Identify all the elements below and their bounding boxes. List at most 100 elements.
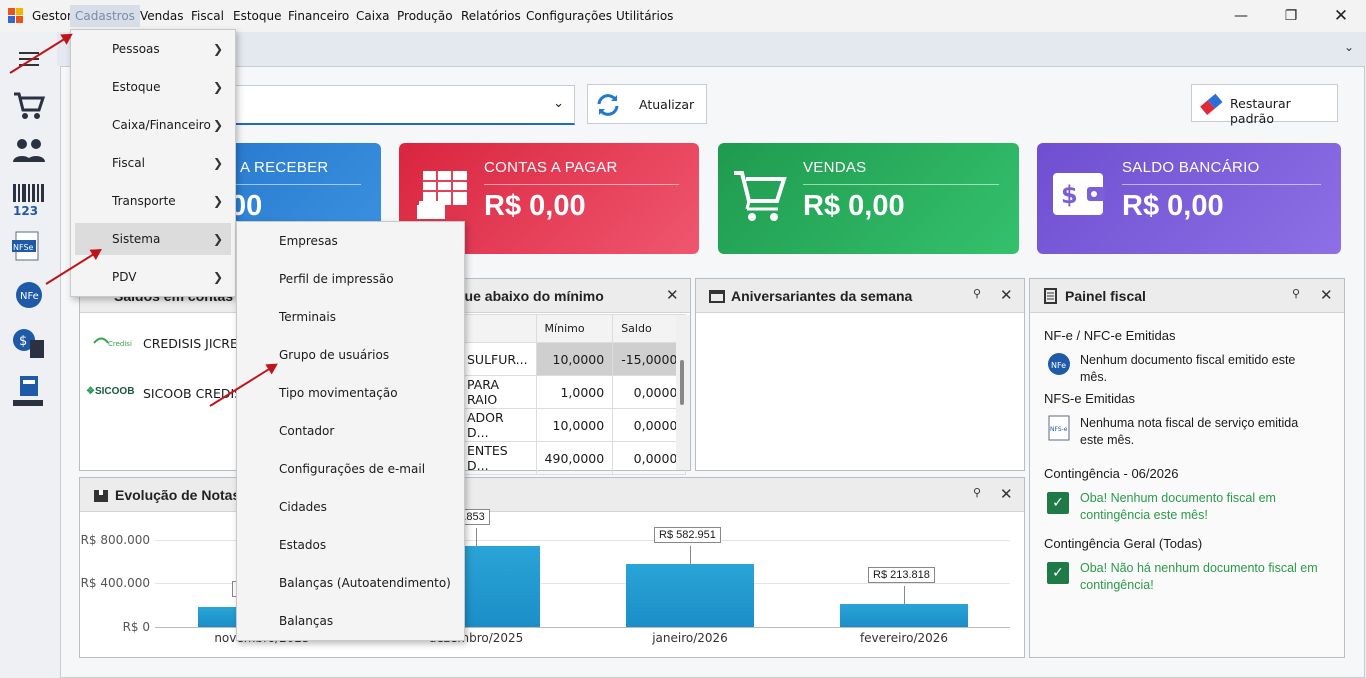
menu-producao[interactable]: Produção — [392, 5, 458, 27]
menu-configuracoes[interactable]: Configurações — [521, 5, 617, 27]
scrollbar-thumb[interactable] — [680, 360, 684, 405]
menu-item-balancas-autoatendimento[interactable]: Balanças (Autoatendimento) — [237, 564, 464, 602]
close-window-icon[interactable]: ✕ — [1327, 4, 1355, 28]
nfse-status: Nenhuma nota fiscal de serviço emitida e… — [1080, 416, 1299, 447]
pin-icon[interactable]: ⚲ — [1292, 287, 1300, 300]
menu-item-caixa-financeiro[interactable]: Caixa/Financeiro ❯ — [71, 106, 235, 144]
close-icon[interactable]: ✕ — [666, 286, 679, 304]
close-icon[interactable]: ✕ — [1000, 485, 1013, 503]
menu-financeiro[interactable]: Financeiro — [283, 5, 354, 27]
menu-vendas[interactable]: Vendas — [135, 5, 189, 27]
table-cell: -15,0000 — [612, 342, 687, 376]
table-row[interactable]: ENTES D... 490,0000 0,0000 — [456, 441, 687, 475]
menu-item-estoque[interactable]: Estoque ❯ — [71, 68, 235, 106]
financial-calculator-icon[interactable]: $ — [10, 324, 48, 362]
menu-fiscal[interactable]: Fiscal — [186, 5, 229, 27]
kpi-value: R$ 0,00 — [803, 190, 905, 222]
menu-item-pdv[interactable]: PDV ❯ — [71, 258, 235, 296]
restore-window-icon[interactable]: ❐ — [1277, 4, 1305, 28]
contingencia-geral-heading: Contingência Geral (Todas) — [1044, 536, 1203, 551]
menu-item-cidades[interactable]: Cidades — [237, 488, 464, 526]
minimize-icon[interactable]: — — [1227, 4, 1255, 28]
pin-icon[interactable]: ⚲ — [973, 287, 981, 300]
sidebar: 123 NFSe NFe $ — [0, 32, 57, 678]
menu-item-label: Configurações de e-mail — [279, 462, 426, 476]
bank-name: CREDISIS JICRED — [143, 336, 248, 351]
menu-item-empresas[interactable]: Empresas — [237, 222, 464, 260]
data-label: R$ 582.951 — [654, 527, 721, 543]
sicoob-logo-icon: ❖SICOOB — [86, 386, 135, 397]
x-tick-label: janeiro/2026 — [652, 631, 728, 645]
menu-item-config-email[interactable]: Configurações de e-mail — [237, 450, 464, 488]
kpi-divider — [484, 184, 679, 185]
pin-icon[interactable]: ⚲ — [973, 486, 981, 499]
kpi-divider — [230, 184, 361, 185]
menu-item-label: Transporte — [112, 194, 176, 208]
header-cell[interactable]: Saldo — [612, 314, 687, 343]
menu-item-label: Pessoas — [112, 42, 160, 56]
y-tick-label: R$ 800.000 — [80, 533, 150, 547]
period-select[interactable]: ⌄ — [230, 85, 575, 125]
kpi-label: A RECEBER — [240, 159, 329, 176]
header-cell[interactable]: Mínimo — [535, 314, 614, 343]
table-row[interactable]: PARA RAIO 1,0000 0,0000 — [456, 375, 687, 409]
menu-item-label: Balanças (Autoatendimento) — [279, 576, 451, 590]
refresh-icon — [597, 94, 619, 116]
menu-item-balancas[interactable]: Balanças — [237, 602, 464, 640]
panel-header: Painel fiscal ⚲ ✕ — [1030, 279, 1344, 313]
hamburger-icon[interactable] — [10, 44, 48, 82]
refresh-button[interactable]: Atualizar — [587, 84, 707, 124]
table-row[interactable]: SULFUR... 10,0000 -15,0000 — [456, 342, 687, 376]
panel-title: Painel fiscal — [1065, 288, 1146, 304]
kpi-vendas[interactable]: VENDAS R$ 0,00 — [718, 143, 1019, 254]
panel-estoque-minimo: que abaixo do mínimo ✕ Mínimo Saldo SULF… — [455, 278, 691, 475]
scrollbar[interactable] — [676, 315, 690, 470]
people-icon[interactable] — [10, 132, 48, 170]
kpi-value: R$ 0,00 — [484, 190, 586, 222]
menu-relatorios[interactable]: Relatórios — [456, 5, 526, 27]
stock-table: Mínimo Saldo SULFUR... 10,0000 -15,0000 … — [456, 314, 687, 475]
menu-cadastros[interactable]: Cadastros — [70, 5, 140, 27]
menu-item-label: Contador — [279, 424, 335, 438]
kpi-divider — [1122, 184, 1321, 185]
close-icon[interactable]: ✕ — [1320, 286, 1333, 304]
table-cell: ENTES D... — [456, 441, 537, 475]
menu-caixa[interactable]: Caixa — [351, 5, 395, 27]
menu-item-pessoas[interactable]: Pessoas ❯ — [71, 30, 235, 68]
menu-item-estados[interactable]: Estados — [237, 526, 464, 564]
close-icon[interactable]: ✕ — [1000, 286, 1013, 304]
menu-item-fiscal[interactable]: Fiscal ❯ — [71, 144, 235, 182]
svg-text:$: $ — [19, 334, 27, 349]
table-cell: SULFUR... — [456, 342, 537, 376]
table-row[interactable]: ADOR D... 10,0000 0,0000 — [456, 408, 687, 442]
refresh-label: Atualizar — [639, 97, 695, 112]
table-cell: 1,0000 — [535, 375, 614, 409]
cart-icon[interactable] — [10, 86, 48, 124]
kpi-saldo-bancario[interactable]: $ SALDO BANCÁRIO R$ 0,00 — [1037, 143, 1341, 254]
chevron-right-icon: ❯ — [212, 194, 223, 208]
svg-text:NFe: NFe — [1051, 361, 1066, 370]
restore-default-button[interactable]: Restaurar padrão — [1191, 84, 1338, 126]
nfse-icon[interactable]: NFSe — [10, 228, 48, 266]
menu-item-transporte[interactable]: Transporte ❯ — [71, 182, 235, 220]
chevron-down-icon[interactable]: ⌄ — [1344, 40, 1354, 54]
menu-estoque[interactable]: Estoque — [228, 5, 287, 27]
chart-bar[interactable] — [840, 604, 968, 627]
menu-utilitarios[interactable]: Utilitários — [611, 5, 678, 27]
barcode-icon[interactable]: 123 — [10, 180, 48, 218]
chevron-right-icon: ❯ — [212, 232, 223, 246]
chart-bar[interactable] — [626, 564, 754, 627]
menu-item-contador[interactable]: Contador — [237, 412, 464, 450]
menu-item-terminais[interactable]: Terminais — [237, 298, 464, 336]
kpi-divider — [803, 184, 999, 185]
menu-item-label: Cidades — [279, 500, 327, 514]
chevron-down-icon: ⌄ — [553, 96, 564, 111]
menu-item-perfil-impressao[interactable]: Perfil de impressão — [237, 260, 464, 298]
restore-label: Restaurar padrão — [1230, 96, 1291, 126]
box-icon — [94, 490, 108, 502]
nfe-icon[interactable]: NFe — [10, 276, 48, 314]
menu-item-tipo-movimentacao[interactable]: Tipo movimentação — [237, 374, 464, 412]
svg-text:Credisis: Credisis — [108, 340, 132, 348]
cash-register-icon[interactable] — [10, 372, 48, 410]
menu-item-label: Estados — [279, 538, 327, 552]
